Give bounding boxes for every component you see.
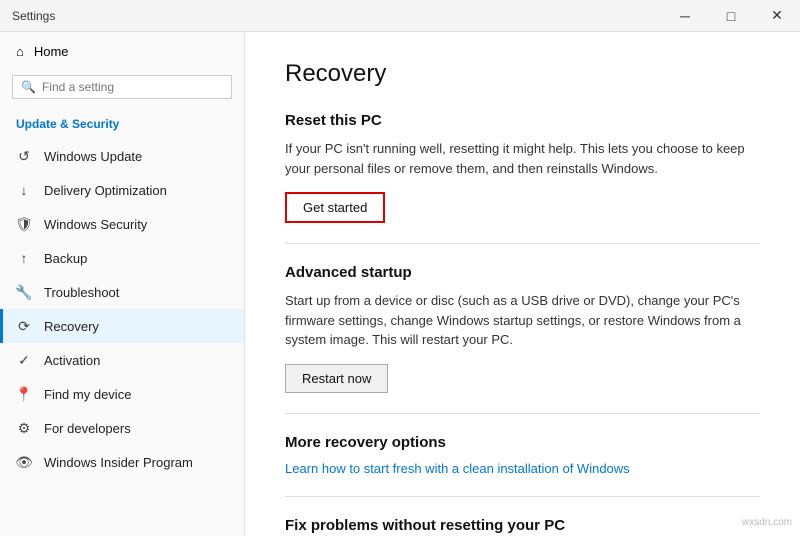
advanced-startup-desc: Start up from a device or disc (such as … <box>285 291 760 350</box>
troubleshoot-icon: 🔧 <box>16 284 32 300</box>
divider-3 <box>285 496 760 497</box>
sidebar-item-label: Windows Insider Program <box>44 455 193 470</box>
content-area: ⌂ Home 🔍 Update & Security ↺ Windows Upd… <box>0 32 800 536</box>
search-icon: 🔍 <box>21 80 36 94</box>
sidebar-section-title: Update & Security <box>0 111 244 139</box>
page-title: Recovery <box>285 60 760 88</box>
more-options-title: More recovery options <box>285 434 760 451</box>
watermark: wxsdn.com <box>742 517 792 528</box>
sidebar-item-label: Backup <box>44 251 87 266</box>
reset-pc-title: Reset this PC <box>285 112 760 129</box>
for-developers-icon: ⚙ <box>16 420 32 436</box>
clean-install-link[interactable]: Learn how to start fresh with a clean in… <box>285 461 630 476</box>
close-button[interactable]: ✕ <box>754 0 800 32</box>
sidebar-item-label: Windows Security <box>44 217 147 232</box>
advanced-startup-title: Advanced startup <box>285 264 760 281</box>
sidebar-item-windows-insider[interactable]: 👁 Windows Insider Program <box>0 445 244 479</box>
activation-icon: ✓ <box>16 352 32 368</box>
titlebar-title: Settings <box>12 9 55 23</box>
main-content: Recovery Reset this PC If your PC isn't … <box>245 32 800 536</box>
home-icon: ⌂ <box>16 44 24 59</box>
windows-insider-icon: 👁 <box>16 454 32 470</box>
reset-pc-desc: If your PC isn't running well, resetting… <box>285 139 760 178</box>
windows-update-icon: ↺ <box>16 148 32 164</box>
window: Settings ─ □ ✕ ⌂ Home 🔍 Update & Securit… <box>0 0 800 536</box>
sidebar-item-windows-update[interactable]: ↺ Windows Update <box>0 139 244 173</box>
sidebar-item-label: Activation <box>44 353 100 368</box>
minimize-button[interactable]: ─ <box>662 0 708 32</box>
sidebar-item-label: Find my device <box>44 387 131 402</box>
delivery-optimization-icon: ↓ <box>16 182 32 198</box>
maximize-button[interactable]: □ <box>708 0 754 32</box>
sidebar-item-label: Windows Update <box>44 149 142 164</box>
sidebar-item-backup[interactable]: ↑ Backup <box>0 241 244 275</box>
fix-problems-title: Fix problems without resetting your PC <box>285 517 760 534</box>
titlebar-controls: ─ □ ✕ <box>662 0 800 32</box>
divider-1 <box>285 243 760 244</box>
sidebar-item-label: For developers <box>44 421 131 436</box>
restart-now-button[interactable]: Restart now <box>285 364 388 393</box>
get-started-button[interactable]: Get started <box>285 192 385 223</box>
sidebar-item-label: Delivery Optimization <box>44 183 167 198</box>
titlebar: Settings ─ □ ✕ <box>0 0 800 32</box>
sidebar-item-for-developers[interactable]: ⚙ For developers <box>0 411 244 445</box>
find-my-device-icon: 📍 <box>16 386 32 402</box>
search-input[interactable] <box>42 80 223 94</box>
sidebar-item-label: Recovery <box>44 319 99 334</box>
search-box: 🔍 <box>12 75 232 99</box>
sidebar-item-activation[interactable]: ✓ Activation <box>0 343 244 377</box>
sidebar-item-find-my-device[interactable]: 📍 Find my device <box>0 377 244 411</box>
backup-icon: ↑ <box>16 250 32 266</box>
sidebar: ⌂ Home 🔍 Update & Security ↺ Windows Upd… <box>0 32 245 536</box>
sidebar-item-delivery-optimization[interactable]: ↓ Delivery Optimization <box>0 173 244 207</box>
divider-2 <box>285 413 760 414</box>
sidebar-item-home[interactable]: ⌂ Home <box>0 32 244 71</box>
sidebar-item-recovery[interactable]: ⟳ Recovery <box>0 309 244 343</box>
sidebar-item-label: Troubleshoot <box>44 285 119 300</box>
sidebar-item-windows-security[interactable]: 🛡 Windows Security <box>0 207 244 241</box>
recovery-icon: ⟳ <box>16 318 32 334</box>
windows-security-icon: 🛡 <box>16 216 32 232</box>
sidebar-item-troubleshoot[interactable]: 🔧 Troubleshoot <box>0 275 244 309</box>
home-label: Home <box>34 44 69 59</box>
